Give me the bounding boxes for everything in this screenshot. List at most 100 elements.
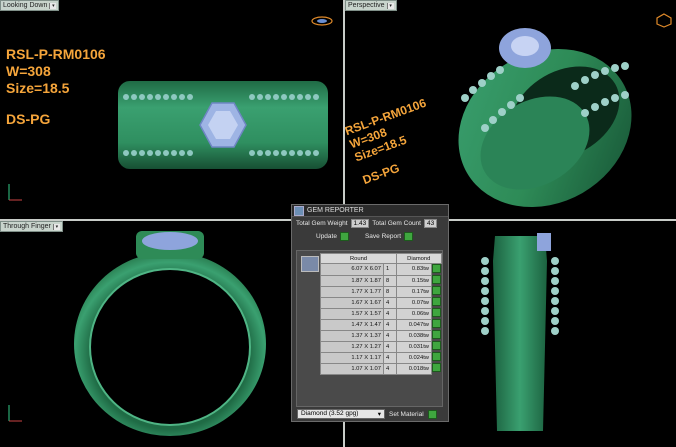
view-cube-icon[interactable] xyxy=(311,16,333,26)
gem-row[interactable]: 6.07 X 6.07 1 0.83tw xyxy=(320,263,441,276)
viewport-label[interactable]: Perspective ▾ xyxy=(345,0,397,11)
gem-cell-size: 1.27 X 1.27 xyxy=(320,340,384,353)
gem-cell-qty: 4 xyxy=(383,318,397,331)
gem-row[interactable]: 1.87 X 1.87 8 0.15tw xyxy=(320,274,441,287)
material-row: Diamond (3.52 gpg) ▾ Set Material xyxy=(297,409,437,419)
arrow-right-icon[interactable] xyxy=(432,308,441,318)
gem-row-go-button[interactable] xyxy=(432,319,441,330)
gem-cell-qty: 1 xyxy=(383,263,397,276)
viewport-perspective[interactable]: Perspective ▾ RSL-P-RM0106 W=308 Size=18.… xyxy=(345,0,676,219)
ring-front-view xyxy=(74,231,266,436)
col-stone-header: Diamond xyxy=(396,252,442,265)
material-select[interactable]: Diamond (3.52 gpg) ▾ xyxy=(297,409,385,419)
gem-row-go-button[interactable] xyxy=(432,286,441,297)
arrow-right-icon[interactable] xyxy=(432,275,441,285)
ring-top-view xyxy=(118,81,328,169)
save-report-button[interactable] xyxy=(404,232,414,241)
save-report-label: Save Report xyxy=(364,233,402,240)
gem-cell-size: 1.57 X 1.57 xyxy=(320,307,384,320)
gem-cell-ct: 0.024tw xyxy=(396,351,432,364)
chevron-down-icon[interactable]: ▾ xyxy=(52,223,60,230)
chevron-down-icon[interactable]: ▾ xyxy=(49,2,57,9)
arrow-right-icon[interactable] xyxy=(432,352,441,362)
gem-cell-ct: 0.031tw xyxy=(396,340,432,353)
gem-cell-qty: 4 xyxy=(383,351,397,364)
gem-cell-qty: 4 xyxy=(383,329,397,342)
arrow-right-icon[interactable] xyxy=(432,297,441,307)
gem-row-go-button[interactable] xyxy=(432,352,441,363)
gem-cell-ct: 0.018tw xyxy=(396,362,432,375)
gem-cell-size: 1.67 X 1.67 xyxy=(320,296,384,309)
gem-row-go-button[interactable] xyxy=(432,363,441,374)
gem-cell-size: 1.37 X 1.37 xyxy=(320,329,384,342)
gem-cell-size: 6.07 X 6.07 xyxy=(320,263,384,276)
gem-cell-qty: 4 xyxy=(383,340,397,353)
viewport-looking-down[interactable]: Looking Down ▾ RSL-P-RM0106 W=308 Size=18… xyxy=(0,0,343,219)
gem-row[interactable]: 1.17 X 1.17 4 0.024tw xyxy=(320,351,441,364)
gem-table-area: Round Diamond 6.07 X 6.07 1 0.83tw 1.87 X 1… xyxy=(296,250,443,407)
update-button[interactable] xyxy=(339,232,349,241)
gem-rows: 6.07 X 6.07 1 0.83tw 1.87 X 1.87 8 0.15tw 1.77… xyxy=(320,263,441,375)
gem-row-go-button[interactable] xyxy=(432,330,441,341)
gem-cell-size: 1.77 X 1.77 xyxy=(320,285,384,298)
arrow-right-icon[interactable] xyxy=(432,319,441,329)
gem-cell-size: 1.17 X 1.17 xyxy=(320,351,384,364)
metal-label: DS-PG xyxy=(6,111,51,127)
chevron-down-icon: ▾ xyxy=(377,411,381,418)
gem-row[interactable]: 1.07 X 1.07 4 0.018tw xyxy=(320,362,441,375)
total-weight-value: 1.43 xyxy=(350,219,370,228)
arrow-right-icon[interactable] xyxy=(432,286,441,296)
gem-row-go-button[interactable] xyxy=(432,308,441,319)
arrow-right-icon[interactable] xyxy=(432,341,441,351)
gem-cell-qty: 8 xyxy=(383,285,397,298)
arrow-right-icon[interactable] xyxy=(432,264,441,274)
gem-cell-ct: 0.047tw xyxy=(396,318,432,331)
gem-row-go-button[interactable] xyxy=(432,297,441,308)
chevron-down-icon[interactable]: ▾ xyxy=(386,2,394,9)
actions-row: Update Save Report xyxy=(292,230,448,243)
gem-cell-ct: 0.06tw xyxy=(396,307,432,320)
arrow-right-icon[interactable] xyxy=(432,363,441,373)
size-label: Size=18.5 xyxy=(6,80,70,96)
col-shape-header: Round xyxy=(320,252,397,265)
ring-side-view xyxy=(481,233,559,431)
weight-label: W=308 xyxy=(6,63,51,79)
gem-reporter-panel: GEM REPORTER Total Gem Weight 1.43 Total… xyxy=(291,204,449,422)
gem-table: Round Diamond 6.07 X 6.07 1 0.83tw 1.87 X 1… xyxy=(320,252,442,375)
gem-row-go-button[interactable] xyxy=(432,264,441,276)
set-material-button[interactable] xyxy=(427,409,437,419)
gem-reporter-title: GEM REPORTER xyxy=(307,207,364,214)
gem-row-go-button[interactable] xyxy=(432,275,441,286)
gem-row[interactable]: 1.57 X 1.57 4 0.06tw xyxy=(320,307,441,320)
gem-cell-qty: 4 xyxy=(383,296,397,309)
gem-cell-ct: 0.17tw xyxy=(396,285,432,298)
gem-shape-thumbnail-icon[interactable] xyxy=(301,256,319,272)
gem-row[interactable]: 1.47 X 1.47 4 0.047tw xyxy=(320,318,441,331)
ring-info-text-rotated: RSL-P-RM0106 W=308 Size=18.5 DS-PG xyxy=(345,95,428,188)
gem-cell-qty: 4 xyxy=(383,362,397,375)
gem-cell-size: 1.87 X 1.87 xyxy=(320,274,384,287)
gem-row[interactable]: 1.27 X 1.27 4 0.031tw xyxy=(320,340,441,353)
gem-cell-size: 1.07 X 1.07 xyxy=(320,362,384,375)
gem-cell-qty: 4 xyxy=(383,307,397,320)
viewport-label[interactable]: Through Finger ▾ xyxy=(0,221,63,232)
total-weight-label: Total Gem Weight xyxy=(296,220,348,227)
gem-reporter-logo-icon xyxy=(294,205,304,216)
set-material-label: Set Material xyxy=(389,410,424,418)
total-count-value: 43 xyxy=(423,219,438,228)
gem-row[interactable]: 1.77 X 1.77 8 0.17tw xyxy=(320,285,441,298)
arrow-right-icon[interactable] xyxy=(432,330,441,340)
gem-row[interactable]: 1.37 X 1.37 4 0.038tw xyxy=(320,329,441,342)
gem-row[interactable]: 1.67 X 1.67 4 0.07tw xyxy=(320,296,441,309)
gem-reporter-titlebar[interactable]: GEM REPORTER xyxy=(292,205,448,217)
gem-row-go-button[interactable] xyxy=(432,341,441,352)
viewport-label[interactable]: Looking Down ▾ xyxy=(0,0,60,11)
gem-cell-ct: 0.038tw xyxy=(396,329,432,342)
axis-indicator-icon xyxy=(8,405,22,422)
ring-info-text: RSL-P-RM0106 W=308 Size=18.5 DS-PG xyxy=(6,46,106,128)
view-cube-icon[interactable] xyxy=(655,12,673,28)
gem-cell-qty: 8 xyxy=(383,274,397,287)
gem-cell-size: 1.47 X 1.47 xyxy=(320,318,384,331)
ring-perspective-view xyxy=(458,28,632,208)
axis-indicator-icon xyxy=(8,184,22,201)
